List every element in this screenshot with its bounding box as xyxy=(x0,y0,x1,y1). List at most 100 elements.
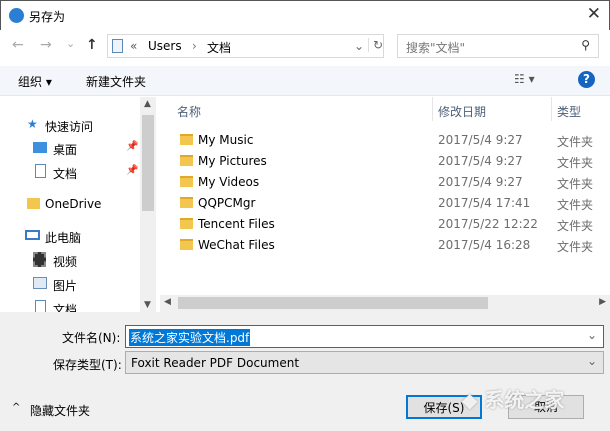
scroll-left-icon[interactable]: ◀ xyxy=(164,297,171,307)
close-button[interactable]: ✕ xyxy=(587,4,601,24)
column-divider[interactable] xyxy=(432,97,433,121)
column-date[interactable]: 修改日期 xyxy=(438,103,486,120)
filetype-label: 保存类型(T): xyxy=(53,358,122,372)
sidebar-item-this-pc[interactable]: 此电脑 xyxy=(0,225,140,247)
new-folder-button[interactable]: 新建文件夹 xyxy=(86,73,146,90)
sidebar-item-videos[interactable]: 视频 xyxy=(0,249,140,271)
file-row[interactable]: My Music 2017/5/4 9:27 文件夹 xyxy=(160,130,610,151)
scrollbar-thumb[interactable] xyxy=(178,297,488,309)
list-header: ^ 名称 修改日期 类型 xyxy=(160,97,610,121)
breadcrumb-documents[interactable]: 文档 xyxy=(207,39,231,56)
folder-icon xyxy=(180,134,193,145)
search-input[interactable]: 搜索"文档" ⚲ xyxy=(397,34,599,58)
navigation-bar: ← → ⌄ ↑ « Users › 文档 ⌄ ↻ 搜索"文档" ⚲ xyxy=(0,34,610,60)
file-type: 文件夹 xyxy=(557,156,594,170)
chevron-up-icon[interactable]: ^ xyxy=(12,402,20,413)
sidebar-item-label: 文档 xyxy=(53,303,78,312)
file-date: 2017/5/22 12:22 xyxy=(438,217,538,231)
folder-icon xyxy=(180,176,193,187)
file-name: WeChat Files xyxy=(198,238,275,252)
scroll-up-icon[interactable]: ▲ xyxy=(144,99,151,109)
column-name[interactable]: 名称 xyxy=(177,103,201,120)
sidebar-item-documents[interactable]: 文档 📌 xyxy=(0,161,140,183)
file-date: 2017/5/4 17:41 xyxy=(438,196,531,210)
star-icon: ★ xyxy=(27,117,38,131)
file-name: My Pictures xyxy=(198,154,267,168)
sidebar-item-pictures[interactable]: 图片 xyxy=(0,273,140,295)
folder-icon xyxy=(180,197,193,208)
file-type: 文件夹 xyxy=(557,135,594,149)
address-dropdown-icon[interactable]: ⌄ xyxy=(354,39,364,53)
file-date: 2017/5/4 16:28 xyxy=(438,238,531,252)
toolbar: 组织 ▾ 新建文件夹 ☷ ▾ ? xyxy=(0,66,610,96)
filetype-value: Foxit Reader PDF Document xyxy=(131,356,300,370)
file-row[interactable]: My Videos 2017/5/4 9:27 文件夹 xyxy=(160,172,610,193)
document-icon xyxy=(112,39,123,53)
desktop-icon xyxy=(33,142,47,153)
file-type: 文件夹 xyxy=(557,240,594,254)
file-name: My Videos xyxy=(198,175,260,189)
hide-folders-button[interactable]: 隐藏文件夹 xyxy=(30,402,90,419)
sidebar-item-onedrive[interactable]: OneDrive xyxy=(0,193,140,215)
file-name: Tencent Files xyxy=(198,217,275,231)
document-icon xyxy=(35,164,46,178)
sidebar-item-label: 快速访问 xyxy=(45,120,94,134)
column-divider[interactable] xyxy=(551,97,552,121)
file-row[interactable]: My Pictures 2017/5/4 9:27 文件夹 xyxy=(160,151,610,172)
sidebar-item-label: 图片 xyxy=(53,279,78,293)
folder-icon xyxy=(180,239,193,250)
sidebar-item-label: 视频 xyxy=(53,255,78,269)
scroll-down-icon[interactable]: ▼ xyxy=(144,300,151,310)
column-type[interactable]: 类型 xyxy=(557,103,581,120)
scroll-right-icon[interactable]: ▶ xyxy=(599,297,606,307)
sidebar-item-label: OneDrive xyxy=(45,197,102,211)
search-icon: ⚲ xyxy=(581,38,590,52)
file-type: 文件夹 xyxy=(557,177,594,191)
search-placeholder: 搜索"文档" xyxy=(406,41,466,55)
sidebar-scrollbar[interactable]: ▲ ▼ xyxy=(140,97,156,312)
pin-icon: 📌 xyxy=(126,141,139,152)
filetype-select[interactable]: Foxit Reader PDF Document ⌄ xyxy=(125,351,604,374)
refresh-button[interactable]: ↻ xyxy=(368,38,383,52)
filename-label: 文件名(N): xyxy=(62,331,121,345)
file-row[interactable]: Tencent Files 2017/5/22 12:22 文件夹 xyxy=(160,214,610,235)
file-type: 文件夹 xyxy=(557,219,594,233)
watermark-logo: ◆ 系统之家 xyxy=(462,388,565,412)
folder-icon xyxy=(27,198,40,209)
folder-icon xyxy=(180,218,193,229)
scrollbar-thumb[interactable] xyxy=(142,115,154,211)
file-row[interactable]: WeChat Files 2017/5/4 16:28 文件夹 xyxy=(160,235,610,256)
computer-icon xyxy=(25,230,40,240)
window-title: 另存为 xyxy=(29,10,66,24)
view-options-button[interactable]: ☷ ▾ xyxy=(514,72,535,86)
address-bar[interactable]: « Users › 文档 ⌄ ↻ xyxy=(107,34,384,58)
save-form: 文件名(N): 系统之家实验文档.pdf ⌄ 保存类型(T): Foxit Re… xyxy=(0,312,610,431)
file-row[interactable]: QQPCMgr 2017/5/4 17:41 文件夹 xyxy=(160,193,610,214)
sidebar-item-quick-access[interactable]: ★ 快速访问 xyxy=(0,114,140,136)
video-icon xyxy=(33,252,46,267)
filename-input[interactable]: 系统之家实验文档.pdf ⌄ xyxy=(125,325,604,348)
sidebar-item-label: 桌面 xyxy=(53,143,78,157)
file-date: 2017/5/4 9:27 xyxy=(438,133,523,147)
back-button[interactable]: ← xyxy=(12,37,24,53)
file-type: 文件夹 xyxy=(557,198,594,212)
up-button[interactable]: ↑ xyxy=(86,37,98,53)
forward-button[interactable]: → xyxy=(40,37,52,53)
sidebar-item-label: 此电脑 xyxy=(45,231,82,245)
recent-locations-button[interactable]: ⌄ xyxy=(66,37,75,50)
chevron-down-icon[interactable]: ⌄ xyxy=(587,354,597,368)
file-date: 2017/5/4 9:27 xyxy=(438,154,523,168)
chevron-down-icon[interactable]: ⌄ xyxy=(587,328,597,342)
sidebar-item-label: 文档 xyxy=(53,167,78,181)
sidebar-item-documents-pc[interactable]: 文档 xyxy=(0,297,140,312)
file-name: QQPCMgr xyxy=(198,196,256,210)
organize-button[interactable]: 组织 ▾ xyxy=(18,73,52,90)
breadcrumb-users[interactable]: Users xyxy=(148,39,182,53)
breadcrumb-separator[interactable]: › xyxy=(192,39,197,53)
file-date: 2017/5/4 9:27 xyxy=(438,175,523,189)
folder-icon xyxy=(180,155,193,166)
breadcrumb-overflow[interactable]: « xyxy=(130,39,137,53)
sidebar-item-desktop[interactable]: 桌面 📌 xyxy=(0,137,140,159)
help-icon[interactable]: ? xyxy=(578,71,595,88)
horizontal-scrollbar[interactable]: ◀ ▶ xyxy=(160,295,610,312)
